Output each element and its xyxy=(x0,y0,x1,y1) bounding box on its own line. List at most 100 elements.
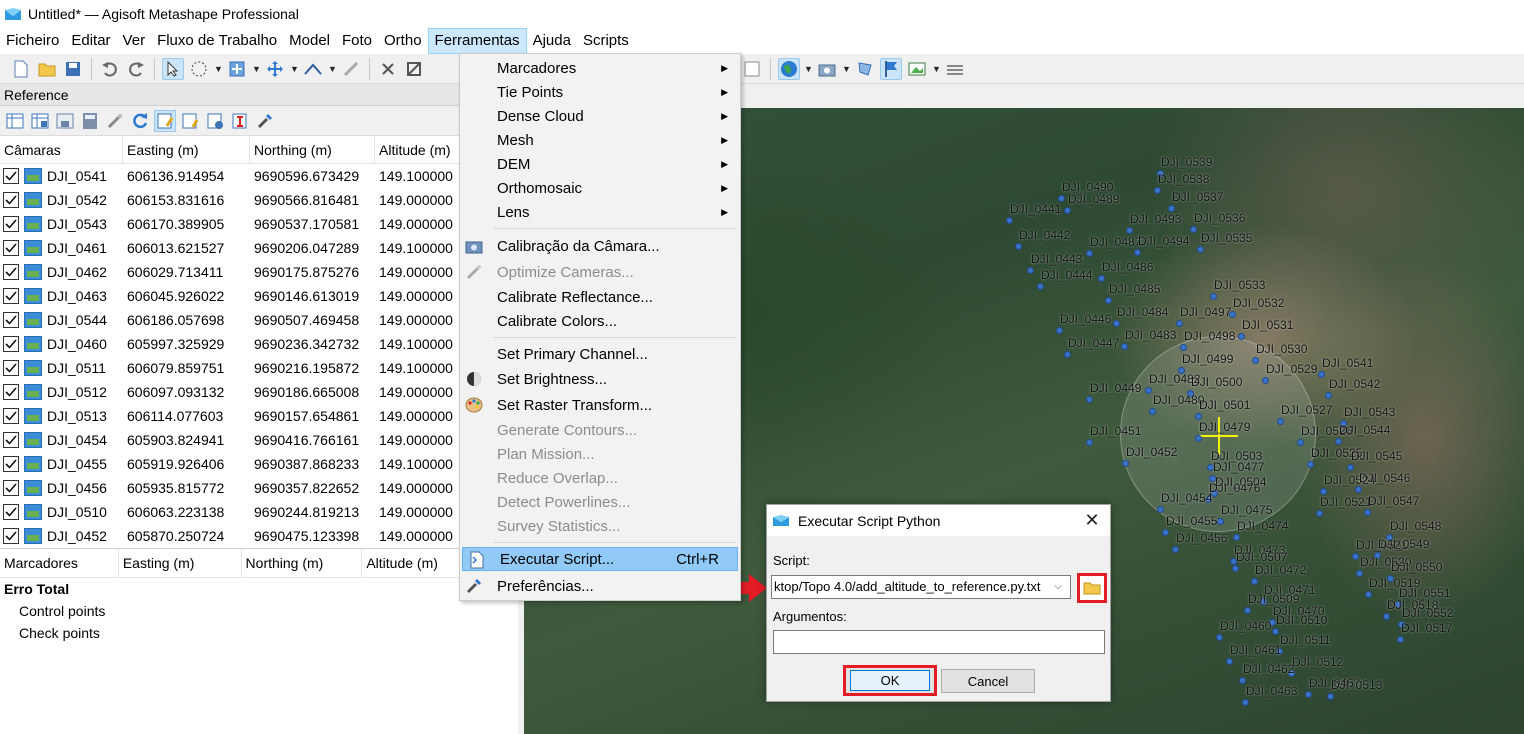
camera-marker-icon[interactable] xyxy=(1318,371,1325,378)
easting-cell[interactable]: 605997.325929 xyxy=(123,336,250,352)
table-row[interactable]: DJI_0452 605870.250724 9690475.123398 149.0… xyxy=(0,524,518,548)
camera-marker-icon[interactable] xyxy=(1239,677,1246,684)
easting-cell[interactable]: 606079.859751 xyxy=(123,360,250,376)
camera-marker-icon[interactable] xyxy=(1145,387,1152,394)
easting-cell[interactable]: 605903.824941 xyxy=(123,432,250,448)
chevron-down-icon[interactable]: ▼ xyxy=(842,64,851,74)
camera-marker-icon[interactable] xyxy=(1180,344,1187,351)
menu-item-mesh[interactable]: Mesh ▶ xyxy=(460,128,740,152)
camera-enabled-checkbox[interactable] xyxy=(3,480,19,496)
camera-marker-icon[interactable] xyxy=(1122,460,1129,467)
camera-marker-icon[interactable] xyxy=(1086,250,1093,257)
camera-marker-icon[interactable] xyxy=(1190,226,1197,233)
camera-marker-icon[interactable] xyxy=(1335,438,1342,445)
camera-marker-icon[interactable] xyxy=(1176,320,1183,327)
camera-enabled-checkbox[interactable] xyxy=(3,456,19,472)
northing-cell[interactable]: 9690146.613019 xyxy=(250,288,375,304)
ruler-icon[interactable] xyxy=(302,58,324,80)
camera-enabled-checkbox[interactable] xyxy=(3,504,19,520)
table-row[interactable]: DJI_0513 606114.077603 9690157.654861 149.0… xyxy=(0,404,518,428)
camera-marker-icon[interactable] xyxy=(1325,392,1332,399)
menu-ver[interactable]: Ver xyxy=(117,28,152,54)
menu-model[interactable]: Model xyxy=(283,28,336,54)
menu-item-calibracao-camara[interactable]: Calibração da Câmara... xyxy=(460,234,740,258)
menu-item-set-brightness[interactable]: Set Brightness... xyxy=(460,367,740,391)
table-row[interactable]: DJI_0454 605903.824941 9690416.766161 149.0… xyxy=(0,428,518,452)
easting-cell[interactable]: 606013.621527 xyxy=(123,240,250,256)
menu-fluxo-de-trabalho[interactable]: Fluxo de Trabalho xyxy=(151,28,283,54)
northing-cell[interactable]: 9690507.469458 xyxy=(250,312,375,328)
image-frame-icon[interactable] xyxy=(741,58,763,80)
column-header-easting[interactable]: Easting (m) xyxy=(123,136,250,163)
menu-item-set-raster-transform[interactable]: Set Raster Transform... xyxy=(460,393,740,417)
camera-enabled-checkbox[interactable] xyxy=(3,336,19,352)
lasso-select-icon[interactable] xyxy=(188,58,210,80)
menu-scripts[interactable]: Scripts xyxy=(577,28,635,54)
northing-cell[interactable]: 9690475.123398 xyxy=(250,528,375,544)
table-row[interactable]: DJI_0511 606079.859751 9690216.195872 149.1… xyxy=(0,356,518,380)
easting-cell[interactable]: 606114.077603 xyxy=(123,408,250,424)
camera-marker-icon[interactable] xyxy=(1305,691,1312,698)
column-header-markers[interactable]: Marcadores xyxy=(0,549,119,577)
camera-marker-icon[interactable] xyxy=(1238,333,1245,340)
new-file-icon[interactable] xyxy=(10,58,32,80)
camera-marker-icon[interactable] xyxy=(1233,534,1240,541)
northing-cell[interactable]: 9690596.673429 xyxy=(250,168,375,184)
camera-marker-icon[interactable] xyxy=(1320,488,1327,495)
settings-tools-icon[interactable] xyxy=(254,110,276,132)
table-row[interactable]: DJI_0463 606045.926022 9690146.613019 149.0… xyxy=(0,284,518,308)
easting-cell[interactable]: 605870.250724 xyxy=(123,528,250,544)
chevron-down-icon[interactable]: ▼ xyxy=(328,64,337,74)
save-icon[interactable] xyxy=(62,58,84,80)
camera-marker-icon[interactable] xyxy=(1157,506,1164,513)
select-pointer-icon[interactable] xyxy=(162,57,184,80)
close-icon[interactable]: ✕ xyxy=(1082,510,1102,530)
menu-ajuda[interactable]: Ajuda xyxy=(527,28,577,54)
northing-cell[interactable]: 9690216.195872 xyxy=(250,360,375,376)
camera-marker-icon[interactable] xyxy=(1134,249,1141,256)
table-row[interactable]: DJI_0544 606186.057698 9690507.469458 149.0… xyxy=(0,308,518,332)
camera-enabled-checkbox[interactable] xyxy=(3,288,19,304)
menu-ortho[interactable]: Ortho xyxy=(378,28,428,54)
camera-view-icon[interactable] xyxy=(816,58,838,80)
camera-marker-icon[interactable] xyxy=(1272,628,1279,635)
menu-item-lens[interactable]: Lens ▶ xyxy=(460,200,740,224)
camera-marker-icon[interactable] xyxy=(1251,578,1258,585)
calculator-icon[interactable] xyxy=(79,110,101,132)
camera-marker-icon[interactable] xyxy=(1347,464,1354,471)
easting-cell[interactable]: 606170.389905 xyxy=(123,216,250,232)
easting-cell[interactable]: 606186.057698 xyxy=(123,312,250,328)
camera-enabled-checkbox[interactable] xyxy=(3,168,19,184)
camera-enabled-checkbox[interactable] xyxy=(3,384,19,400)
easting-cell[interactable]: 606045.926022 xyxy=(123,288,250,304)
chevron-down-icon[interactable]: ▼ xyxy=(932,64,941,74)
camera-marker-icon[interactable] xyxy=(1217,518,1224,525)
menu-item-dense-cloud[interactable]: Dense Cloud ▶ xyxy=(460,104,740,128)
table-row[interactable]: DJI_0512 606097.093132 9690186.665008 149.0… xyxy=(0,380,518,404)
camera-enabled-checkbox[interactable] xyxy=(3,240,19,256)
camera-marker-icon[interactable] xyxy=(1383,613,1390,620)
camera-enabled-checkbox[interactable] xyxy=(3,312,19,328)
chevron-down-icon[interactable]: ▼ xyxy=(214,64,223,74)
total-error-row[interactable]: Erro Total xyxy=(0,578,518,600)
easting-cell[interactable]: 606153.831616 xyxy=(123,192,250,208)
optimize-wand-icon[interactable] xyxy=(104,110,126,132)
northing-cell[interactable]: 9690357.822652 xyxy=(250,480,375,496)
convert-reference-icon[interactable] xyxy=(54,110,76,132)
camera-marker-icon[interactable] xyxy=(1307,461,1314,468)
draw-polyline-icon[interactable] xyxy=(340,58,362,80)
easting-cell[interactable]: 605919.926406 xyxy=(123,456,250,472)
column-header-northing[interactable]: Northing (m) xyxy=(250,136,375,163)
script-path-combobox[interactable]: ktop/Topo 4.0/add_altitude_to_reference.… xyxy=(771,575,1071,599)
table-row[interactable]: DJI_0455 605919.926406 9690387.868233 149.1… xyxy=(0,452,518,476)
navigation-icon[interactable] xyxy=(226,58,248,80)
camera-marker-icon[interactable] xyxy=(1352,553,1359,560)
menu-item-detect-powerlines[interactable]: Detect Powerlines... xyxy=(460,490,740,514)
menu-item-executar-script[interactable]: Executar Script... Ctrl+R xyxy=(462,547,738,571)
camera-marker-icon[interactable] xyxy=(1397,636,1404,643)
camera-enabled-checkbox[interactable] xyxy=(3,216,19,232)
camera-marker-icon[interactable] xyxy=(1242,699,1249,706)
menu-item-marcadores[interactable]: Marcadores ▶ xyxy=(460,56,740,80)
camera-marker-icon[interactable] xyxy=(1195,435,1202,442)
chevron-down-icon[interactable]: ▼ xyxy=(252,64,261,74)
